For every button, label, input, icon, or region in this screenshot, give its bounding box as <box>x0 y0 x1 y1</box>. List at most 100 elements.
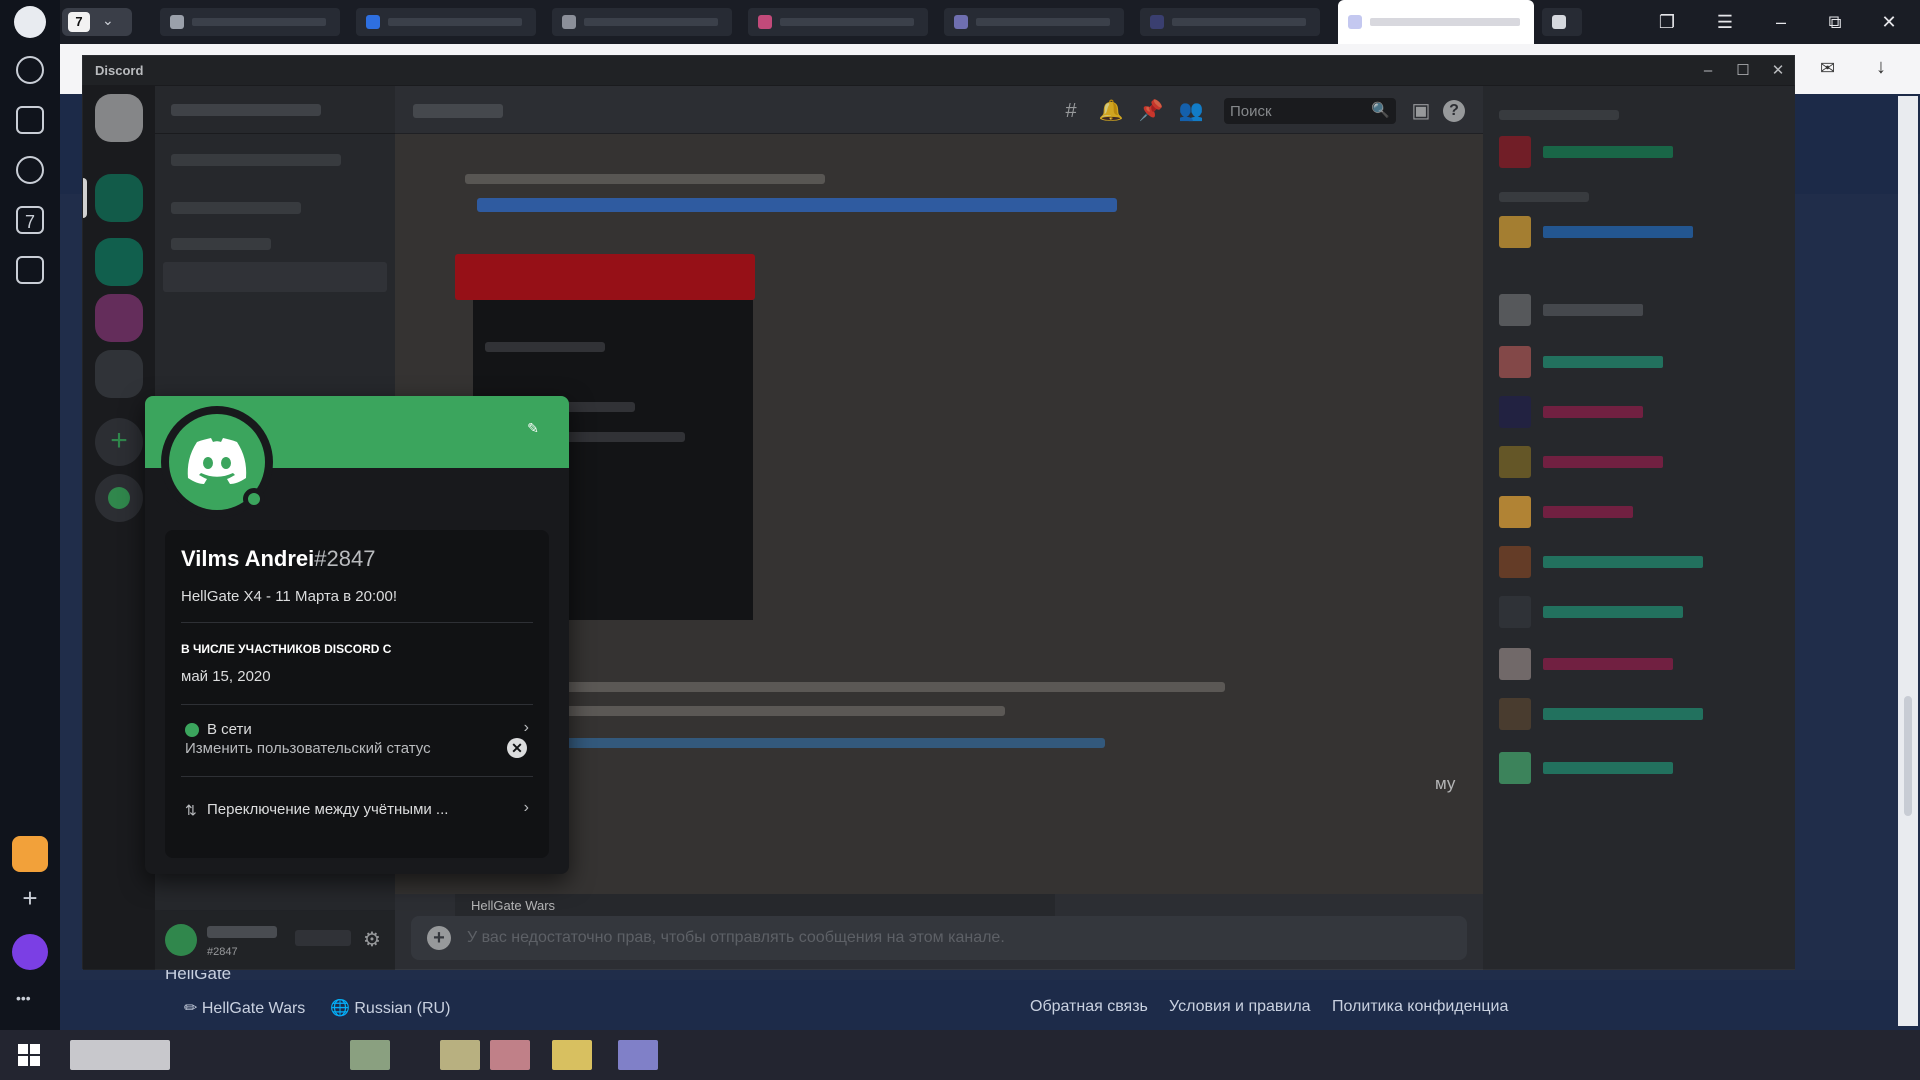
scrollbar-thumb[interactable] <box>1904 696 1912 816</box>
member-avatar <box>1499 596 1531 628</box>
server-icon[interactable] <box>95 238 143 286</box>
channel-item-selected[interactable] <box>163 262 387 292</box>
discord-titlebar: Discord – ☐ ✕ <box>83 56 1794 86</box>
mail-app-icon[interactable] <box>12 836 48 872</box>
server-icon[interactable] <box>95 350 143 398</box>
channel-item[interactable] <box>171 154 341 166</box>
tab-favicon <box>170 15 184 29</box>
download-icon[interactable]: ↓ <box>1876 56 1900 78</box>
footer-privacy-link[interactable]: Политика конфиденциа <box>1332 998 1516 1016</box>
user-avatar[interactable] <box>165 924 197 956</box>
search-icon: 🔍 <box>1371 102 1390 119</box>
mute-bell-icon[interactable]: 🔔 <box>1098 98 1124 124</box>
clear-status-icon[interactable]: ✕ <box>507 738 527 758</box>
chat-header: # 🔔 📌 👥 🔍 ▣ ? <box>395 86 1483 134</box>
translate-icon[interactable]: ✉ <box>1820 58 1844 80</box>
home-button[interactable] <box>95 94 143 142</box>
help-icon[interactable]: ? <box>1443 100 1465 122</box>
browser-tab[interactable] <box>160 8 340 36</box>
tab-favicon <box>954 15 968 29</box>
screen: 7 + ••• 7 ⌄ ❐ ☰ – ⧉ ✕ ✉ ↓ HellGate ✏ Hel… <box>0 0 1920 1080</box>
gear-icon[interactable]: ⚙ <box>363 927 381 952</box>
restore-icon[interactable]: ⧉ <box>1822 10 1848 34</box>
assistant-icon[interactable] <box>12 934 48 970</box>
search-input[interactable] <box>1230 100 1370 122</box>
chevron-right-icon: › <box>523 799 529 816</box>
close-icon[interactable]: ✕ <box>1876 10 1902 34</box>
browser-sidebar: 7 + ••• <box>0 0 60 1030</box>
taskbar-item[interactable] <box>70 1040 170 1070</box>
add-server-button[interactable]: + <box>95 418 143 466</box>
minimize-icon[interactable]: – <box>1768 10 1794 34</box>
footer-terms-link[interactable]: Условия и правила <box>1169 998 1311 1016</box>
switch-accounts-menu-item[interactable]: ⇅ Переключение между учётными ... › <box>173 792 541 828</box>
inbox-icon[interactable]: ▣ <box>1408 98 1434 124</box>
footer-server-link[interactable]: ✏ HellGate Wars <box>184 998 305 1018</box>
user-name-placeholder <box>207 926 277 938</box>
discord-close-icon[interactable]: ✕ <box>1763 59 1793 83</box>
server-header[interactable] <box>155 86 395 134</box>
collections-button[interactable]: ❐ <box>1654 10 1680 34</box>
tab-title <box>1172 18 1306 26</box>
online-status-indicator <box>243 488 265 510</box>
history-icon[interactable] <box>16 56 44 84</box>
tab-title <box>780 18 914 26</box>
chevron-down-icon: ⌄ <box>102 12 114 28</box>
footer-language[interactable]: 🌐 Russian (RU) <box>330 998 450 1018</box>
tab-title <box>976 18 1110 26</box>
browser-tab-active[interactable] <box>1338 0 1534 44</box>
footer-server-link-text: HellGate Wars <box>201 1000 306 1017</box>
screenshot-icon[interactable] <box>16 256 44 284</box>
message-link[interactable] <box>477 198 1117 212</box>
server-icon[interactable] <box>95 174 143 222</box>
member-avatar <box>1499 546 1531 578</box>
taskbar-item[interactable] <box>618 1040 658 1070</box>
discord-minimize-icon[interactable]: – <box>1693 59 1723 83</box>
collections-icon[interactable] <box>16 106 44 134</box>
menu-icon[interactable]: ☰ <box>1712 10 1738 34</box>
browser-tab[interactable] <box>944 8 1124 36</box>
user-panel: #2847 ⚙ <box>155 910 395 970</box>
tab-title <box>584 18 718 26</box>
new-tab-button[interactable] <box>1542 8 1582 36</box>
counter-icon[interactable]: 7 <box>16 206 44 234</box>
mic-headset-controls[interactable] <box>295 930 351 946</box>
channel-item[interactable] <box>171 238 271 250</box>
tab-title <box>192 18 326 26</box>
discord-maximize-icon[interactable]: ☐ <box>1728 59 1758 83</box>
server-chip[interactable]: HellGate Wars <box>455 894 1055 916</box>
threads-icon[interactable]: # <box>1058 98 1084 124</box>
profile-card: Vilms Andrei#2847 HellGate X4 - 11 Марта… <box>165 530 549 858</box>
profile-avatar[interactable] <box>14 6 46 38</box>
members-icon[interactable]: 👥 <box>1178 98 1204 124</box>
attach-plus-icon[interactable]: + <box>427 926 451 950</box>
channel-item[interactable] <box>171 202 301 214</box>
composer-placeholder: У вас недостаточно прав, чтобы отправлят… <box>467 929 1005 946</box>
taskbar-item[interactable] <box>350 1040 390 1070</box>
taskbar-item[interactable] <box>552 1040 592 1070</box>
search-box[interactable]: 🔍 <box>1224 98 1396 124</box>
browser-tab[interactable] <box>1140 8 1320 36</box>
custom-status-button[interactable]: Изменить пользовательский статус <box>185 740 431 757</box>
browser-tab[interactable] <box>356 8 536 36</box>
browser-tab[interactable] <box>552 8 732 36</box>
browser-tab[interactable] <box>748 8 928 36</box>
taskbar-item[interactable] <box>440 1040 480 1070</box>
message-composer[interactable]: + У вас недостаточно прав, чтобы отправл… <box>411 916 1467 960</box>
explore-servers-button[interactable] <box>95 474 143 522</box>
windows-start-icon[interactable] <box>18 1044 40 1066</box>
taskbar-item[interactable] <box>490 1040 530 1070</box>
page-scrollbar[interactable] <box>1898 96 1918 1026</box>
member-group-header <box>1499 110 1619 120</box>
play-icon[interactable] <box>16 156 44 184</box>
member-name <box>1543 356 1663 368</box>
tab-counter[interactable]: 7 ⌄ <box>62 8 132 36</box>
pin-icon[interactable]: 📌 <box>1138 98 1164 124</box>
footer-feedback-link[interactable]: Обратная связь <box>1030 998 1148 1016</box>
server-icon[interactable] <box>95 294 143 342</box>
edit-pencil-icon[interactable]: ✎ <box>521 416 545 440</box>
tab-favicon <box>1150 15 1164 29</box>
member-name <box>1543 406 1643 418</box>
more-icon[interactable]: ••• <box>16 990 31 1006</box>
add-panel-icon[interactable]: + <box>16 884 44 912</box>
